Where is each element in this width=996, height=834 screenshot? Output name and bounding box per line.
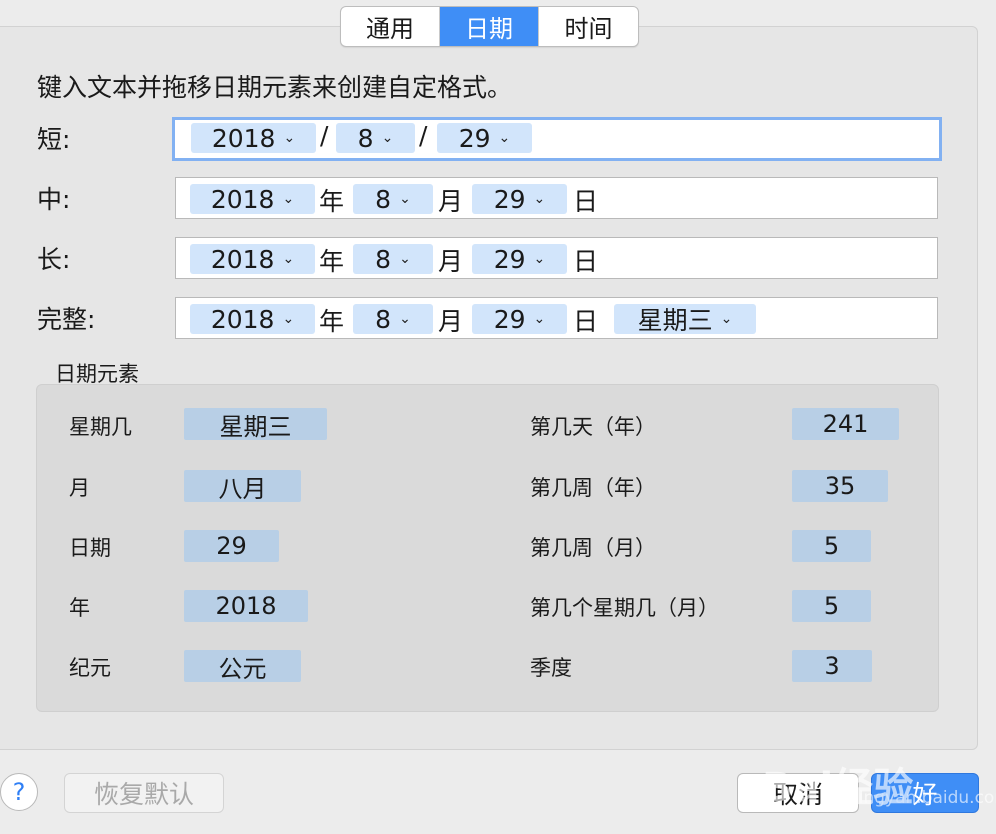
element-label: 季度 xyxy=(530,656,572,680)
token-value: 2018 xyxy=(210,244,275,274)
token-value: 8 xyxy=(357,123,374,153)
chevron-down-icon: ⌄ xyxy=(282,311,295,327)
element-label: 第几周（年） xyxy=(530,476,656,500)
chevron-down-icon: ⌄ xyxy=(283,130,296,146)
medium-format-field[interactable]: 2018 ⌄ 年 8 ⌄ 月 29 ⌄ 日 xyxy=(175,177,938,219)
full-format-field[interactable]: 2018 ⌄ 年 8 ⌄ 月 29 ⌄ 日 星期三 ⌄ xyxy=(175,297,938,339)
token-value: 8 xyxy=(375,244,392,274)
chevron-down-icon: ⌄ xyxy=(533,191,546,207)
month-token[interactable]: 8 ⌄ xyxy=(353,304,433,334)
chevron-down-icon: ⌄ xyxy=(720,311,733,327)
week-of-month-element[interactable]: 5 xyxy=(792,530,871,562)
token-value: 8 xyxy=(375,304,392,334)
chevron-down-icon: ⌄ xyxy=(533,251,546,267)
token-value: 29 xyxy=(493,184,526,214)
chevron-down-icon: ⌄ xyxy=(533,311,546,327)
year-element[interactable]: 2018 xyxy=(184,590,308,622)
year-token[interactable]: 2018 ⌄ xyxy=(191,123,316,153)
full-format-label: 完整: xyxy=(37,305,96,334)
token-value: 2018 xyxy=(210,304,275,334)
separator-text: 月 xyxy=(438,187,464,216)
era-element[interactable]: 公元 xyxy=(184,650,301,683)
separator-text: 年 xyxy=(319,307,345,336)
token-value: 29 xyxy=(493,304,526,334)
weekday-of-month-element[interactable]: 5 xyxy=(792,590,871,622)
quarter-element[interactable]: 3 xyxy=(792,650,872,682)
weekday-token[interactable]: 星期三 ⌄ xyxy=(614,304,756,335)
element-label: 纪元 xyxy=(69,656,111,680)
year-token[interactable]: 2018 ⌄ xyxy=(190,244,315,274)
short-format-field[interactable]: 2018 ⌄ / 8 ⌄ / 29 ⌄ xyxy=(172,117,942,161)
month-token[interactable]: 8 ⌄ xyxy=(353,184,433,214)
separator-text: 日 xyxy=(573,307,599,336)
long-format-label: 长: xyxy=(37,245,71,274)
day-token[interactable]: 29 ⌄ xyxy=(472,304,567,334)
token-value: 星期三 xyxy=(637,306,713,335)
weekday-element[interactable]: 星期三 xyxy=(184,408,327,441)
token-value: 8 xyxy=(375,184,392,214)
element-label: 日期 xyxy=(69,536,111,560)
month-token[interactable]: 8 ⌄ xyxy=(353,244,433,274)
element-label: 年 xyxy=(69,596,90,620)
tab-bar: 通用 日期 时间 xyxy=(340,6,639,47)
separator-text: 月 xyxy=(438,307,464,336)
long-format-field[interactable]: 2018 ⌄ 年 8 ⌄ 月 29 ⌄ 日 xyxy=(175,237,938,279)
tab-date[interactable]: 日期 xyxy=(440,7,539,46)
token-value: 2018 xyxy=(211,123,276,153)
help-button[interactable]: ? xyxy=(0,773,38,811)
separator-text: 年 xyxy=(319,187,345,216)
token-value: 29 xyxy=(493,244,526,274)
day-token[interactable]: 29 ⌄ xyxy=(437,123,532,153)
element-label: 月 xyxy=(69,476,90,500)
separator-text: 月 xyxy=(438,247,464,276)
day-token[interactable]: 29 ⌄ xyxy=(472,184,567,214)
month-token[interactable]: 8 ⌄ xyxy=(336,123,415,153)
day-of-year-element[interactable]: 241 xyxy=(792,408,899,440)
element-label: 第几天（年） xyxy=(530,415,656,439)
short-format-label: 短: xyxy=(37,125,71,154)
separator-text: / xyxy=(320,121,329,150)
chevron-down-icon: ⌄ xyxy=(399,191,411,207)
tab-time[interactable]: 时间 xyxy=(539,7,638,46)
chevron-down-icon: ⌄ xyxy=(282,191,295,207)
chevron-down-icon: ⌄ xyxy=(381,130,394,146)
token-value: 2018 xyxy=(210,184,275,214)
month-element[interactable]: 八月 xyxy=(184,470,301,503)
token-value: 29 xyxy=(458,123,491,153)
separator-text: 日 xyxy=(573,187,599,216)
ok-button[interactable]: 好 xyxy=(871,773,979,813)
cancel-button[interactable]: 取消 xyxy=(737,773,859,813)
element-label: 第几周（月） xyxy=(530,536,656,560)
year-token[interactable]: 2018 ⌄ xyxy=(190,184,315,214)
separator-text: / xyxy=(419,121,428,150)
chevron-down-icon: ⌄ xyxy=(498,130,511,146)
medium-format-label: 中: xyxy=(37,185,71,214)
instruction-text: 键入文本并拖移日期元素来创建自定格式。 xyxy=(37,73,513,102)
separator-text: 年 xyxy=(319,247,345,276)
tab-general[interactable]: 通用 xyxy=(341,7,440,46)
element-label: 星期几 xyxy=(69,415,132,439)
day-element[interactable]: 29 xyxy=(184,530,279,562)
year-token[interactable]: 2018 ⌄ xyxy=(190,304,315,334)
chevron-down-icon: ⌄ xyxy=(399,311,411,327)
restore-defaults-button[interactable]: 恢复默认 xyxy=(64,773,224,813)
chevron-down-icon: ⌄ xyxy=(282,251,295,267)
week-of-year-element[interactable]: 35 xyxy=(792,470,888,502)
separator-text: 日 xyxy=(573,247,599,276)
element-label: 第几个星期几（月） xyxy=(530,596,719,620)
chevron-down-icon: ⌄ xyxy=(399,251,411,267)
day-token[interactable]: 29 ⌄ xyxy=(472,244,567,274)
